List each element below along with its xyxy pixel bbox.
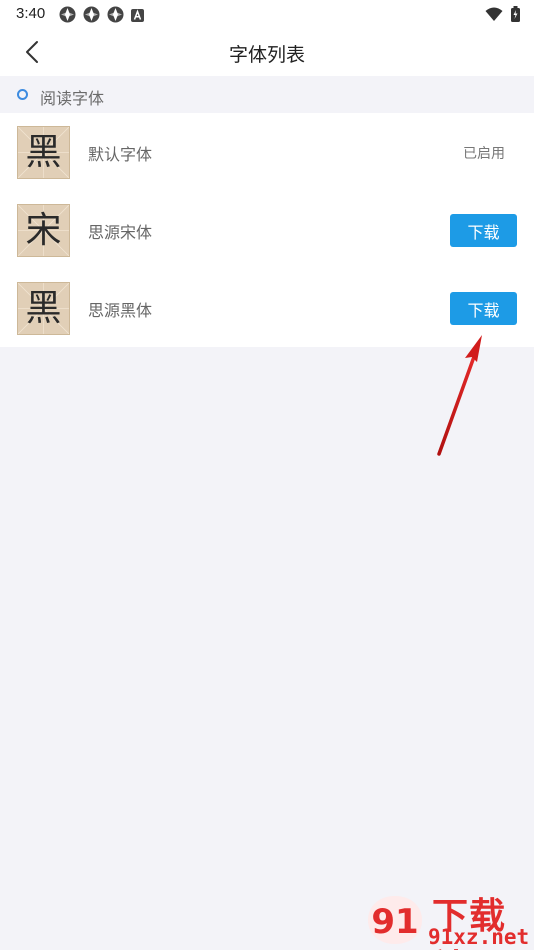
font-list-item-source-han-sans[interactable]: 黑 思源黑体 下载 [0, 269, 534, 347]
app-a-icon [131, 7, 144, 26]
aperture-icon [107, 6, 124, 27]
font-enabled-status: 已启用 [463, 146, 505, 162]
watermark-logo-icon: 91 [368, 896, 422, 944]
watermark-domain: 91xz.net [428, 925, 530, 949]
nav-bar: 字体列表 [0, 28, 534, 76]
font-list: 黑 默认字体 已启用 宋 思源宋体 下载 黑 思源黑体 下载 [0, 113, 534, 347]
download-button[interactable]: 下载 [450, 214, 517, 247]
status-time: 3:40 [16, 5, 46, 22]
font-thumbnail-char: 黑 [25, 132, 62, 173]
section-dot-icon [17, 89, 28, 100]
wifi-icon [485, 7, 503, 26]
page-title: 字体列表 [228, 44, 305, 66]
font-thumbnail: 黑 [17, 282, 70, 335]
aperture-icon [59, 6, 76, 27]
font-thumbnail-char: 黑 [25, 288, 62, 329]
aperture-icon [83, 6, 100, 27]
download-button[interactable]: 下载 [450, 292, 517, 325]
status-bar: 3:40 [0, 0, 534, 28]
watermark-badge-text: 91 [371, 902, 418, 942]
font-thumbnail: 宋 [17, 204, 70, 257]
font-name: 默认字体 [88, 145, 153, 164]
font-name: 思源黑体 [88, 301, 153, 320]
font-thumbnail: 黑 [17, 126, 70, 179]
font-name: 思源宋体 [88, 223, 153, 242]
system-icons [485, 6, 520, 26]
font-thumbnail-char: 宋 [25, 210, 62, 251]
font-list-item-source-han-serif[interactable]: 宋 思源宋体 下载 [0, 191, 534, 269]
section-header: 阅读字体 [0, 76, 534, 113]
notification-icons [59, 6, 144, 27]
battery-icon [511, 6, 520, 26]
watermark: 91 下载站 91xz.net [362, 887, 534, 950]
section-label: 阅读字体 [40, 89, 105, 108]
font-list-item-default[interactable]: 黑 默认字体 已启用 [0, 113, 534, 191]
